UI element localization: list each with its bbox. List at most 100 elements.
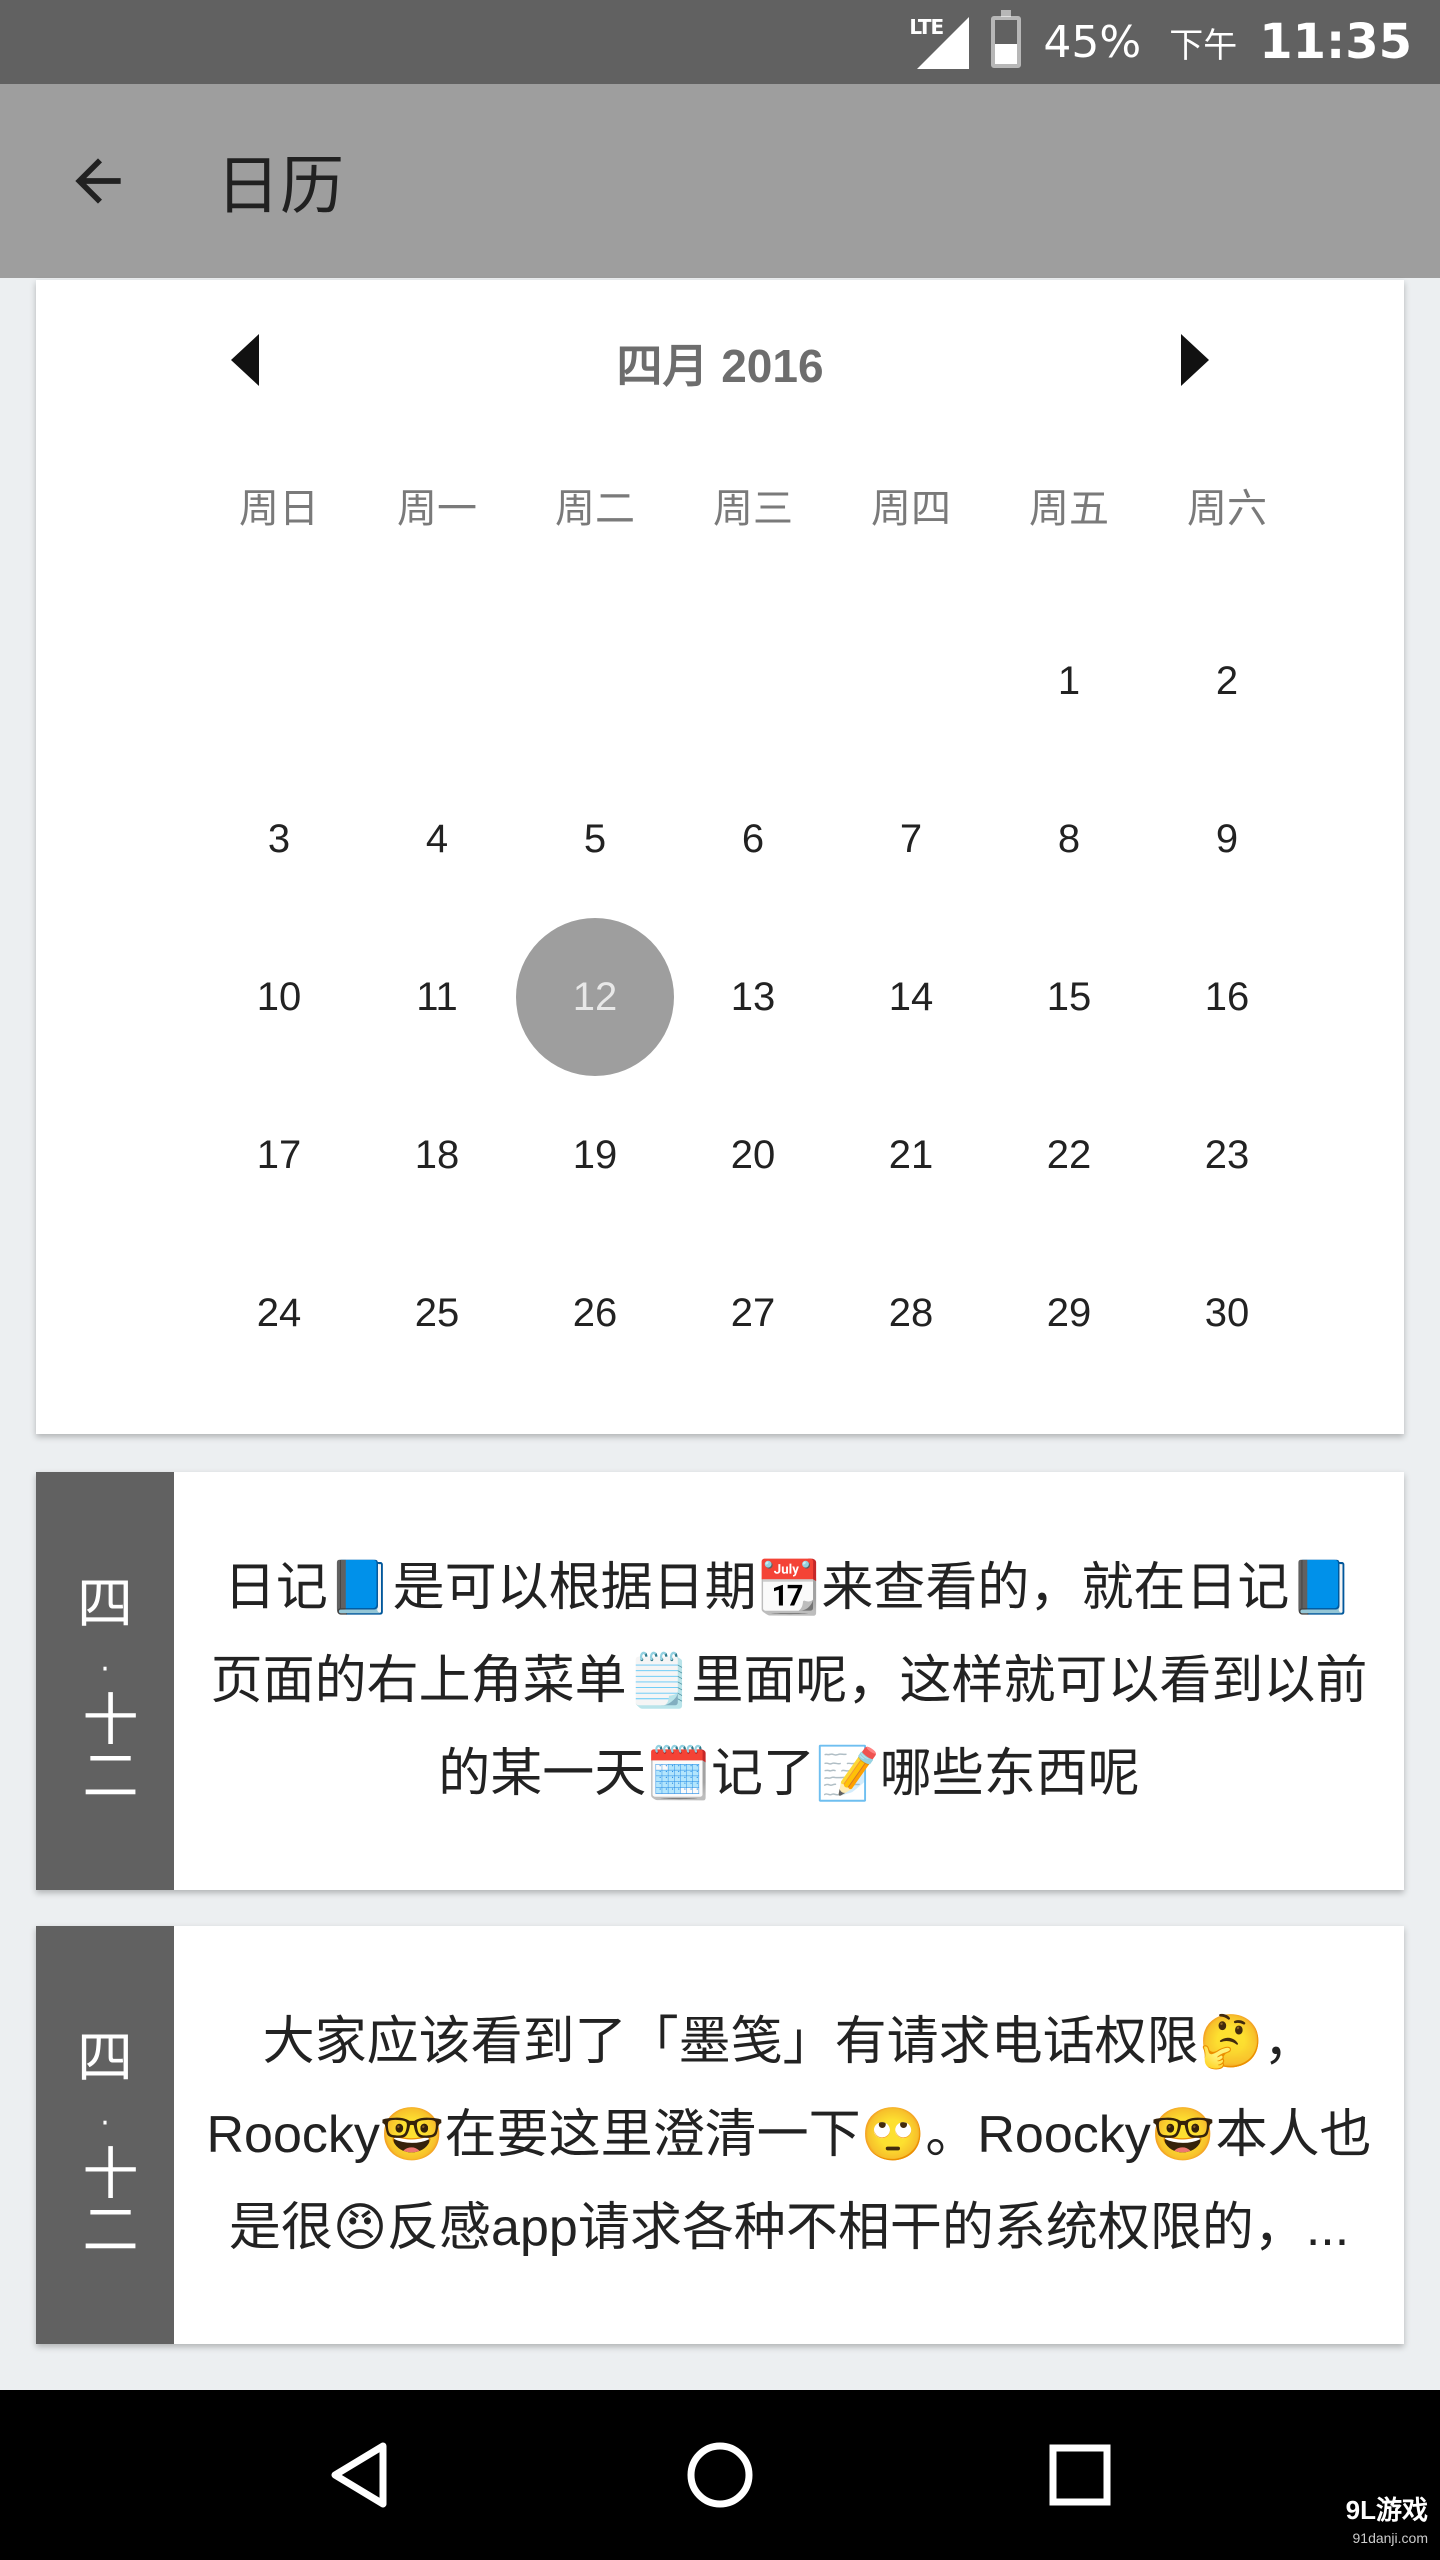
- calendar-day[interactable]: 25: [358, 1234, 516, 1392]
- calendar-day-number: 28: [888, 1290, 934, 1335]
- calendar-day[interactable]: 8: [990, 760, 1148, 918]
- watermark: 9L游戏 91danji.com: [1346, 2496, 1428, 2552]
- entry-text-line: 的某一天🗓️记了📝哪些东西呢: [438, 1744, 1140, 1803]
- calendar-day-empty: [832, 602, 990, 760]
- calendar-day[interactable]: 14: [832, 918, 990, 1076]
- calendar-day[interactable]: 15: [990, 918, 1148, 1076]
- entry-text: 日记📘是可以根据日期📆来查看的，就在日记📘 页面的右上角菜单🗒️里面呢，这样就可…: [174, 1472, 1404, 1890]
- calendar-day-number: 1: [1057, 658, 1081, 703]
- calendar-day[interactable]: 23: [1148, 1076, 1306, 1234]
- calendar-day-number: [358, 602, 516, 760]
- calendar-header: 四月 2016: [36, 280, 1404, 440]
- calendar-day[interactable]: 26: [516, 1234, 674, 1392]
- diary-entry-card[interactable]: 四 · 十二 日记📘是可以根据日期📆来查看的，就在日记📘 页面的右上角菜单🗒️里…: [36, 1472, 1404, 1890]
- calendar-day[interactable]: 29: [990, 1234, 1148, 1392]
- calendar-day-number: [674, 602, 832, 760]
- navigation-bar: 9L游戏 91danji.com: [0, 2390, 1440, 2560]
- nav-back-button[interactable]: [305, 2420, 415, 2530]
- time-ampm: 下午: [1169, 25, 1238, 66]
- entry-text-line: 是很😠反感app请求各种不相干的系统权限的，...: [228, 2198, 1350, 2257]
- calendar-day-number: 30: [1204, 1290, 1250, 1335]
- calendar-day-number: 2: [1215, 658, 1239, 703]
- calendar-day-number: 17: [256, 1132, 302, 1177]
- next-month-button[interactable]: [1150, 320, 1240, 400]
- calendar-day[interactable]: 13: [674, 918, 832, 1076]
- calendar-day-number: 20: [730, 1132, 776, 1177]
- calendar-day[interactable]: 17: [200, 1076, 358, 1234]
- calendar-day[interactable]: 2: [1148, 602, 1306, 760]
- calendar-day[interactable]: 6: [674, 760, 832, 918]
- day-grid: 1 2 3 4 5 6 7 8 9 10 11 12 13 14 15 16 17 18 19 20 21 22 23 24 2…: [200, 602, 1306, 1392]
- weekday-label: 周日: [239, 487, 319, 531]
- weekday-label: 周四: [871, 487, 951, 531]
- calendar-day[interactable]: 4: [358, 760, 516, 918]
- diary-entry-card[interactable]: 四 · 十二 大家应该看到了「墨笺」有请求电话权限🤔， Roocky🤓在要这里澄…: [36, 1926, 1404, 2344]
- entry-text-line: 页面的右上角菜单🗒️里面呢，这样就可以看到以前: [210, 1651, 1368, 1710]
- status-bar: LTE 45% 下午 11:35: [0, 0, 1440, 84]
- entry-text-line: 大家应该看到了「墨笺」有请求电话权限🤔，: [262, 2012, 1316, 2071]
- weekday-label: 周二: [555, 487, 635, 531]
- entry-date: 四 · 十二: [36, 1472, 174, 1890]
- calendar-day-number: 13: [730, 974, 776, 1019]
- calendar-day-number: 11: [416, 974, 458, 1019]
- calendar-day[interactable]: 20: [674, 1076, 832, 1234]
- entry-date-month: 四: [77, 2026, 133, 2091]
- calendar-day-number: 3: [267, 816, 291, 861]
- calendar-day[interactable]: 9: [1148, 760, 1306, 918]
- calendar-day-empty: [674, 602, 832, 760]
- calendar-day[interactable]: 21: [832, 1076, 990, 1234]
- calendar-day-number: 9: [1215, 816, 1239, 861]
- calendar-day[interactable]: 27: [674, 1234, 832, 1392]
- entry-date-month: 四: [77, 1572, 133, 1637]
- calendar-day-number: 12: [516, 918, 674, 1076]
- calendar-day[interactable]: 16: [1148, 918, 1306, 1076]
- calendar-day-number: 16: [1204, 974, 1250, 1019]
- calendar-day[interactable]: 19: [516, 1076, 674, 1234]
- calendar-day-number: 24: [256, 1290, 302, 1335]
- back-button[interactable]: [0, 84, 196, 278]
- nav-home-button[interactable]: [665, 2420, 775, 2530]
- calendar-day-empty: [358, 602, 516, 760]
- entry-text-line: Roocky🤓在要这里澄清一下🙄。Roocky🤓本人也: [206, 2105, 1372, 2164]
- watermark-sub: 91danji.com: [1352, 2530, 1429, 2546]
- app-bar: 日历: [0, 84, 1440, 278]
- weekday-label: 周六: [1187, 487, 1267, 531]
- entry-date-day: 十二: [73, 2144, 138, 2256]
- calendar-day-number: 4: [425, 816, 449, 861]
- calendar-day[interactable]: 7: [832, 760, 990, 918]
- calendar-day[interactable]: 5: [516, 760, 674, 918]
- calendar-day[interactable]: 22: [990, 1076, 1148, 1234]
- calendar-day[interactable]: 30: [1148, 1234, 1306, 1392]
- arrow-back-icon: [75, 158, 121, 204]
- entry-text-line: 日记📘是可以根据日期📆来查看的，就在日记📘: [223, 1558, 1355, 1617]
- calendar-day-number: 6: [741, 816, 765, 861]
- calendar-day[interactable]: 10: [200, 918, 358, 1076]
- calendar-day-number: 25: [414, 1290, 460, 1335]
- calendar-day[interactable]: 12: [516, 918, 674, 1076]
- weekday-row: 周日 周一 周二 周三 周四 周五 周六: [200, 476, 1306, 534]
- weekday-label: 周三: [713, 487, 793, 531]
- entry-date-separator: ·: [100, 2106, 110, 2141]
- clock-time: 11:35: [1259, 14, 1412, 70]
- calendar-day[interactable]: 3: [200, 760, 358, 918]
- calendar-day-number: [200, 602, 358, 760]
- calendar-day[interactable]: 18: [358, 1076, 516, 1234]
- calendar-day-number: 18: [414, 1132, 460, 1177]
- nav-back-icon: [331, 2442, 387, 2508]
- signal-icon: LTE: [909, 15, 970, 69]
- chevron-right-icon: [1181, 334, 1209, 386]
- calendar-day[interactable]: 1: [990, 602, 1148, 760]
- calendar-day-number: 15: [1046, 974, 1092, 1019]
- calendar-day-number: 22: [1046, 1132, 1092, 1177]
- calendar-day-empty: [516, 602, 674, 760]
- nav-home-icon: [687, 2442, 753, 2508]
- weekday-label: 周五: [1029, 487, 1109, 531]
- calendar-day[interactable]: 24: [200, 1234, 358, 1392]
- calendar-day-number: 21: [888, 1132, 934, 1177]
- entry-date-day: 十二: [73, 1690, 138, 1802]
- calendar-day[interactable]: 11: [358, 918, 516, 1076]
- calendar-day[interactable]: 28: [832, 1234, 990, 1392]
- calendar-day-number: 26: [572, 1290, 618, 1335]
- nav-recents-button[interactable]: [1025, 2420, 1135, 2530]
- calendar-day-number: 14: [888, 974, 934, 1019]
